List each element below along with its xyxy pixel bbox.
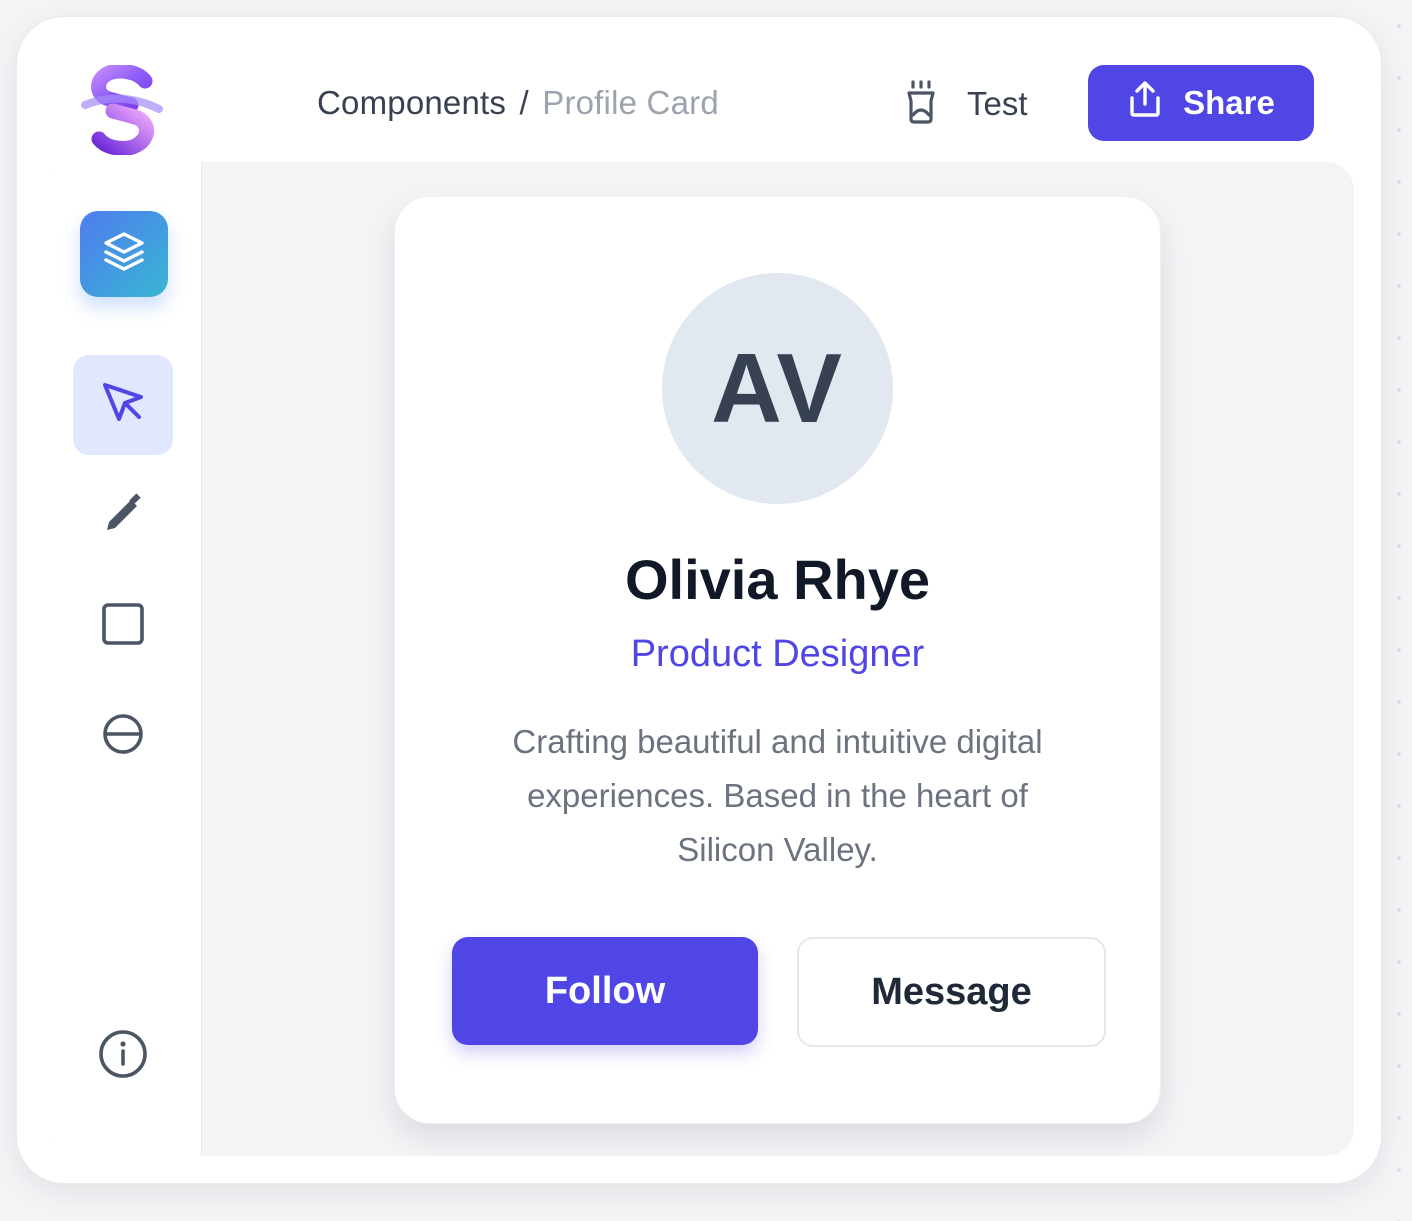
flask-icon	[901, 79, 941, 130]
profile-name: Olivia Rhye	[624, 548, 931, 611]
breadcrumb-current: Profile Card	[542, 84, 719, 121]
test-button[interactable]: Test	[901, 79, 1028, 129]
breadcrumb-separator: /	[519, 84, 529, 121]
info-button[interactable]	[73, 1006, 173, 1106]
pen-tool[interactable]	[73, 466, 173, 566]
workspace: AV Olivia Rhye Product Designer Crafting…	[47, 162, 1354, 1156]
profile-card[interactable]: AV Olivia Rhye Product Designer Crafting…	[394, 196, 1161, 1124]
ellipse-tool[interactable]	[73, 686, 173, 786]
follow-label: Follow	[544, 969, 666, 1012]
share-button[interactable]: Share	[1088, 65, 1314, 141]
breadcrumb: Components / Profile Card	[317, 81, 719, 125]
square-icon	[99, 600, 147, 653]
tool-sidebar	[47, 162, 202, 1156]
follow-button[interactable]: Follow	[452, 937, 758, 1045]
avatar-initials: AV	[711, 333, 844, 443]
rectangle-tool[interactable]	[73, 576, 173, 676]
select-tool[interactable]	[73, 355, 173, 455]
app-window: Components / Profile Card Test Share AV …	[16, 16, 1382, 1184]
profile-role: Product Designer	[630, 633, 925, 675]
breadcrumb-parent[interactable]: Components	[317, 84, 506, 121]
background-dot-grid	[1394, 0, 1404, 1221]
info-icon	[97, 1028, 149, 1085]
message-button[interactable]: Message	[797, 937, 1106, 1047]
top-bar: Components / Profile Card Test Share	[17, 17, 1381, 162]
layers-icon	[100, 228, 148, 281]
layers-button[interactable]	[80, 211, 168, 297]
avatar: AV	[662, 273, 893, 504]
cursor-arrow-icon	[99, 379, 147, 432]
test-label: Test	[967, 85, 1028, 122]
pen-icon	[99, 490, 147, 543]
message-label: Message	[871, 970, 1032, 1013]
share-label: Share	[1183, 84, 1275, 121]
circle-line-icon	[99, 710, 147, 763]
profile-bio: Crafting beautiful and intuitive digital…	[512, 723, 1043, 868]
app-logo[interactable]	[79, 63, 165, 156]
upload-icon	[1127, 80, 1163, 126]
